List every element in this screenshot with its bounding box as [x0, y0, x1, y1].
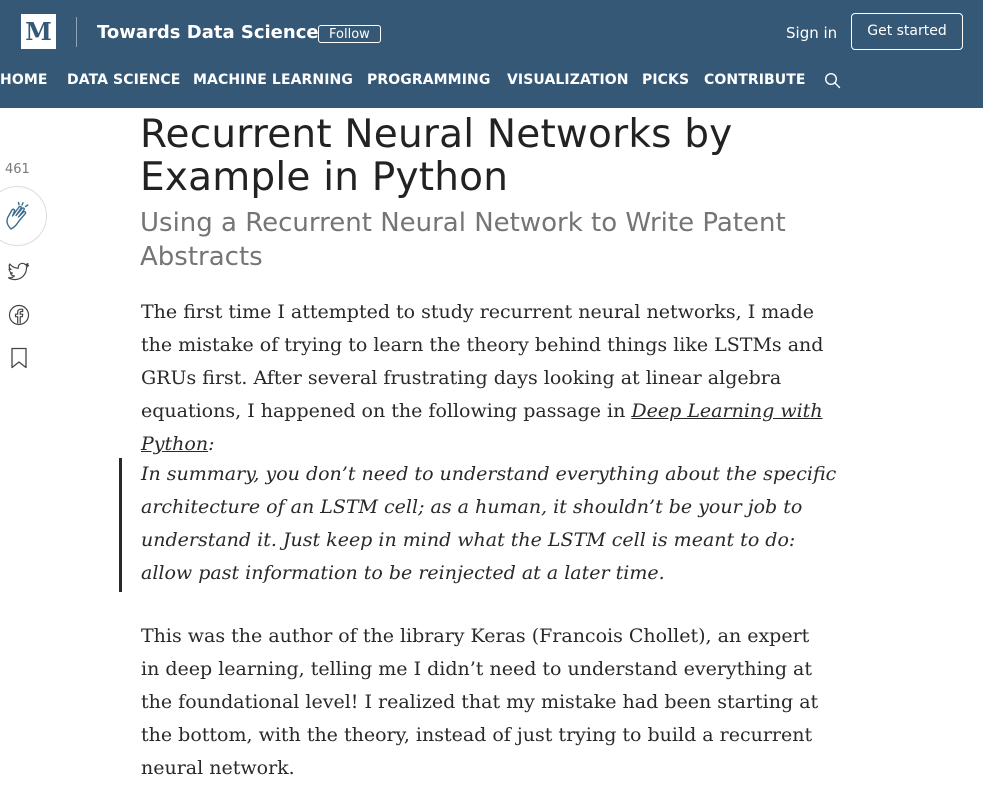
facebook-icon[interactable]	[8, 304, 30, 330]
sign-in-link[interactable]: Sign in	[786, 22, 837, 44]
nav-item-home[interactable]: HOME	[0, 70, 48, 90]
twitter-icon[interactable]	[7, 262, 30, 286]
nav-item-visualization[interactable]: VISUALIZATION	[507, 70, 629, 90]
paragraph-keras: This was the author of the library Keras…	[141, 625, 819, 779]
nav-item-contribute[interactable]: CONTRIBUTE	[704, 70, 806, 90]
clap-icon	[6, 201, 29, 230]
paragraph-intro-end: :	[208, 433, 215, 455]
get-started-button[interactable]: Get started	[851, 13, 963, 50]
article-title: Recurrent Neural Networks by Example in …	[140, 112, 733, 200]
publication-name[interactable]: Towards Data Science	[97, 20, 319, 46]
bookmark-icon[interactable]	[10, 347, 28, 373]
blockquote-bar	[119, 458, 122, 592]
clap-count: 461	[5, 162, 30, 177]
paragraph-intro: The first time I attempted to study recu…	[141, 296, 831, 461]
logo-divider	[76, 17, 77, 47]
search-icon[interactable]	[824, 72, 841, 89]
nav-item-programming[interactable]: PROGRAMMING	[367, 70, 490, 90]
article-subtitle: Using a Recurrent Neural Network to Writ…	[140, 208, 786, 272]
blockquote: In summary, you don’t need to understand…	[141, 463, 837, 584]
nav-item-data-science[interactable]: DATA SCIENCE	[67, 70, 180, 90]
site-header: M Towards Data Science Follow Sign in Ge…	[0, 0, 983, 108]
medium-logo[interactable]: M	[21, 14, 56, 49]
follow-button[interactable]: Follow	[318, 25, 381, 43]
nav-item-picks[interactable]: PICKS	[642, 70, 689, 90]
nav-item-machine-learning[interactable]: MACHINE LEARNING	[193, 70, 353, 90]
clap-button[interactable]	[0, 186, 47, 246]
